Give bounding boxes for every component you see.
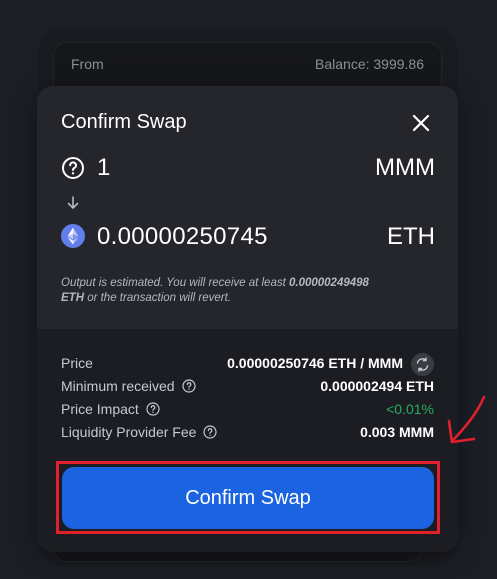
minimum-received-label-group: Minimum received (61, 378, 196, 394)
confirm-swap-button[interactable]: Confirm Swap (62, 467, 434, 529)
annotation-arrow-icon (447, 395, 486, 444)
question-circle-icon (62, 157, 84, 179)
close-icon[interactable] (410, 112, 432, 134)
minimum-received-row: Minimum received 0.000002494 ETH (61, 378, 434, 398)
note-text-part1: Output is estimated. You will receive at… (61, 277, 289, 289)
ethereum-icon (61, 224, 85, 248)
price-label: Price (61, 355, 93, 371)
lp-fee-label: Liquidity Provider Fee (61, 424, 197, 440)
minimum-received-value: 0.000002494 ETH (320, 378, 434, 394)
note-text-part3: or the transaction will revert. (84, 292, 232, 304)
price-row: Price 0.00000250746 ETH / MMM (61, 353, 434, 376)
invert-price-button[interactable] (411, 353, 434, 376)
modal-title: Confirm Swap (61, 111, 187, 133)
note-min-amount: 0.00000249498 (288, 277, 369, 289)
price-impact-row: Price Impact <0.01% (61, 401, 434, 421)
lp-fee-label-group: Liquidity Provider Fee (61, 424, 218, 440)
output-amount: 0.00000250745 (97, 223, 268, 250)
input-token-symbol: MMM (375, 154, 435, 181)
estimate-note: Output is estimated. You will receive at… (61, 276, 431, 306)
input-amount: 1 (97, 154, 111, 181)
info-question-icon[interactable] (146, 402, 160, 416)
lp-fee-value: 0.003 MMM (360, 424, 434, 440)
screen: From Balance: 3999.86 Confirm Swap 1 MMM (0, 0, 497, 579)
price-impact-value: <0.01% (386, 401, 434, 417)
price-impact-label-group: Price Impact (61, 401, 160, 417)
info-question-icon[interactable] (203, 425, 218, 439)
lp-fee-row: Liquidity Provider Fee 0.003 MMM (61, 424, 434, 444)
note-token: ETH (61, 292, 84, 304)
price-value: 0.00000250746 ETH / MMM (227, 355, 403, 371)
from-label: From (71, 56, 104, 72)
minimum-received-label: Minimum received (61, 378, 175, 394)
input-token-row: 1 MMM (61, 154, 435, 184)
output-token-row: 0.00000250745 ETH (61, 223, 435, 253)
balance-text: Balance: 3999.86 (315, 56, 424, 72)
price-impact-label: Price Impact (61, 401, 139, 417)
arrow-down-icon (67, 196, 79, 209)
info-question-icon[interactable] (181, 379, 196, 393)
output-token-symbol: ETH (387, 223, 435, 250)
